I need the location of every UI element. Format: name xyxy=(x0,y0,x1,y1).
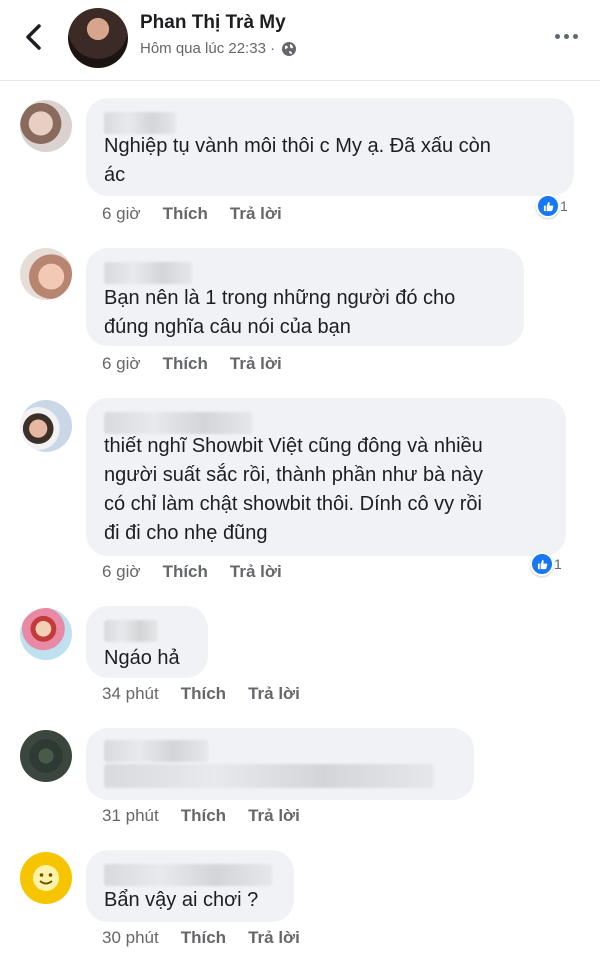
like-icon xyxy=(536,194,560,218)
post-timestamp[interactable]: Hôm qua lúc 22:33 · xyxy=(140,40,297,57)
reply-button[interactable]: Trả lời xyxy=(230,354,282,374)
comment-time: 6 giờ xyxy=(102,354,141,373)
blurred-comment xyxy=(104,764,434,788)
reaction-number: 1 xyxy=(560,198,568,214)
smiley-icon xyxy=(33,865,59,891)
comment-bubble: Nghiệp tụ vành môi thôi c My ạ. Đã xấu c… xyxy=(86,98,574,196)
commenter-avatar[interactable] xyxy=(20,100,72,152)
like-button[interactable]: Thích xyxy=(163,354,208,374)
comment-time: 6 giờ xyxy=(102,562,141,581)
comment-time: 30 phút xyxy=(102,928,159,947)
reaction-number: 1 xyxy=(554,556,562,572)
comment-time: 6 giờ xyxy=(102,204,141,223)
comment-time: 31 phút xyxy=(102,806,159,825)
chevron-left-icon xyxy=(26,24,41,50)
comment-bubble xyxy=(86,728,474,800)
like-button[interactable]: Thích xyxy=(163,562,208,582)
comment-meta: 6 giờ Thích Trả lời xyxy=(102,562,304,582)
globe-icon xyxy=(282,41,297,56)
post-header: Phan Thị Trà My Hôm qua lúc 22:33 · xyxy=(0,0,600,81)
comment-text: Nghiệp tụ vành môi thôi c My ạ. Đã xấu c… xyxy=(104,135,491,186)
comment-bubble: thiết nghĩ Showbit Việt cũng đông và nhi… xyxy=(86,398,566,556)
reply-button[interactable]: Trả lời xyxy=(248,928,300,948)
comment-text: Bẩn vậy ai chơi ? xyxy=(104,889,259,911)
comment-bubble: Bạn nên là 1 trong những người đó cho đú… xyxy=(86,248,524,346)
like-button[interactable]: Thích xyxy=(181,684,226,704)
comment-bubble: Bẩn vậy ai chơi ? xyxy=(86,850,294,922)
comment-meta: 6 giờ Thích Trả lời xyxy=(102,204,304,224)
like-icon xyxy=(530,552,554,576)
blurred-name xyxy=(104,620,158,642)
author-name[interactable]: Phan Thị Trà My xyxy=(140,12,286,34)
comment-meta: 31 phút Thích Trả lời xyxy=(102,806,322,826)
commenter-avatar[interactable] xyxy=(20,852,72,904)
like-button[interactable]: Thích xyxy=(181,806,226,826)
more-options-button[interactable] xyxy=(555,34,578,39)
comment-meta: 6 giờ Thích Trả lời xyxy=(102,354,304,374)
reply-button[interactable]: Trả lời xyxy=(248,684,300,704)
commenter-avatar[interactable] xyxy=(20,608,72,660)
comment-meta: 30 phút Thích Trả lời xyxy=(102,928,322,948)
reply-button[interactable]: Trả lời xyxy=(230,562,282,582)
author-avatar[interactable] xyxy=(68,8,128,68)
reply-button[interactable]: Trả lời xyxy=(248,806,300,826)
like-button[interactable]: Thích xyxy=(181,928,226,948)
blurred-name xyxy=(104,262,192,284)
reply-button[interactable]: Trả lời xyxy=(230,204,282,224)
blurred-name xyxy=(104,864,272,886)
comment-text: Bạn nên là 1 trong những người đó cho đú… xyxy=(104,287,456,338)
back-button[interactable] xyxy=(20,20,48,54)
blurred-name xyxy=(104,740,208,762)
like-button[interactable]: Thích xyxy=(163,204,208,224)
commenter-avatar[interactable] xyxy=(20,248,72,300)
reaction-count[interactable]: 1 xyxy=(530,552,562,576)
comment-text: thiết nghĩ Showbit Việt cũng đông và nhi… xyxy=(104,435,484,544)
commenter-avatar[interactable] xyxy=(20,730,72,782)
reaction-count[interactable]: 1 xyxy=(536,194,568,218)
post-time-label: Hôm qua lúc 22:33 · xyxy=(140,40,276,57)
blurred-name xyxy=(104,412,252,434)
commenter-avatar[interactable] xyxy=(20,400,72,452)
comment-text: Ngáo hả xyxy=(104,647,180,669)
comment-bubble: Ngáo hả xyxy=(86,606,208,678)
blurred-name xyxy=(104,112,176,134)
comment-time: 34 phút xyxy=(102,684,159,703)
comment-meta: 34 phút Thích Trả lời xyxy=(102,684,322,704)
